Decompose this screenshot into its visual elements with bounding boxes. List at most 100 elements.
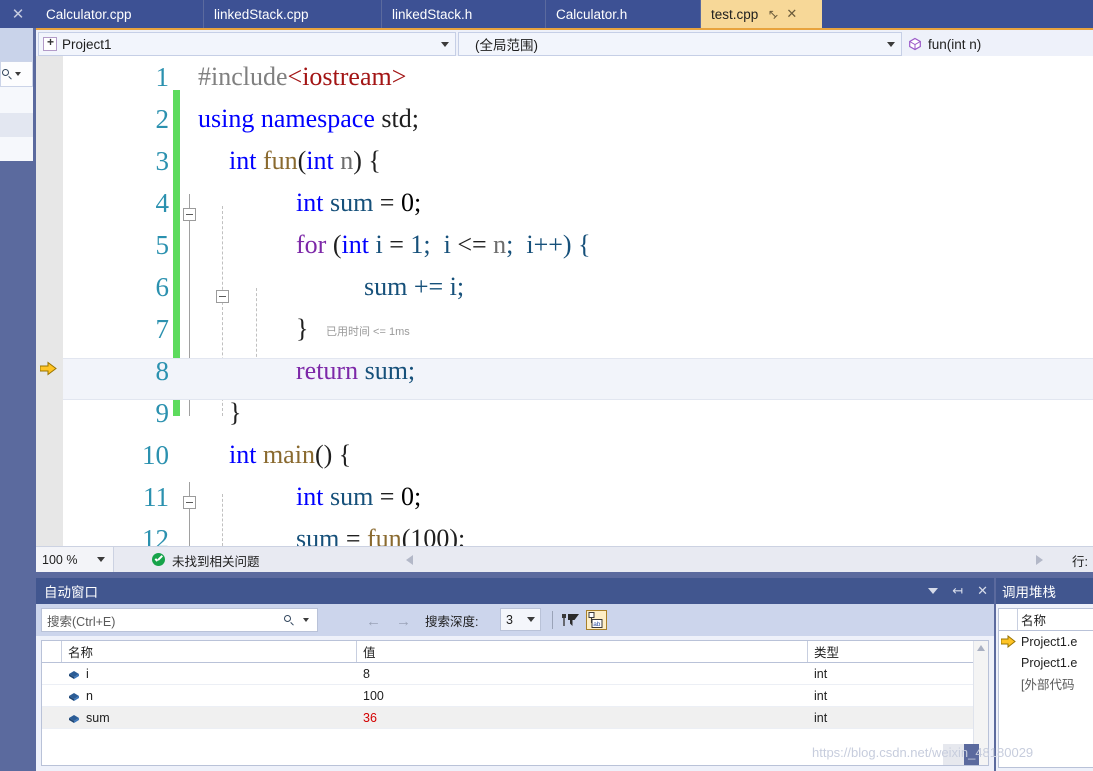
tab-calculator-cpp[interactable]: Calculator.cpp <box>36 0 204 28</box>
autos-toolbar: 搜索(Ctrl+E) ← → 搜索深度: 3 ab <box>36 604 994 636</box>
table-row[interactable]: n 100 int <box>42 685 988 707</box>
code-line[interactable]: 11 int sum = 0; <box>63 476 1093 518</box>
zoom-level-dropdown[interactable]: 100 % <box>36 547 114 572</box>
pin-icon[interactable]: ↤ <box>952 583 963 599</box>
scroll-up-icon[interactable] <box>977 645 985 651</box>
code-line-text: sum += i; <box>364 266 464 308</box>
variable-value-cell[interactable]: 8 <box>363 663 808 684</box>
tab-test-cpp[interactable]: test.cpp ↤ ✕ <box>701 0 822 28</box>
search-icon[interactable] <box>284 614 295 626</box>
grid-header-name[interactable]: 名称 <box>1021 609 1046 630</box>
autos-window-title: 自动窗口 ↤ ✕ <box>36 578 994 604</box>
variable-name-cell: i <box>68 663 357 684</box>
code-token: return <box>296 356 359 385</box>
variable-value-cell[interactable]: 100 <box>363 685 808 706</box>
code-token: 0; <box>400 482 422 511</box>
chevron-down-icon[interactable] <box>441 41 449 47</box>
visual-studio-window: ✕ Calculator.cpp linkedStack.cpp linkedS… <box>0 0 1093 771</box>
search-input-collapsed[interactable] <box>0 61 33 87</box>
tab-calculator-h[interactable]: Calculator.h <box>546 0 701 28</box>
code-line[interactable]: 7 } 已用时间 <= 1ms <box>63 308 1093 350</box>
tab-label: Calculator.cpp <box>46 6 132 22</box>
code-line[interactable]: 3 int fun(int n) { <box>63 140 1093 182</box>
code-token: = <box>339 524 368 546</box>
search-depth-select[interactable]: 3 <box>500 608 541 631</box>
code-line-text: } <box>296 308 308 350</box>
table-row[interactable]: sum 36 int <box>42 707 988 729</box>
editor-breakpoint-gutter[interactable] <box>36 56 63 546</box>
close-icon[interactable]: ✕ <box>786 6 797 22</box>
code-token: = <box>382 230 411 259</box>
arrow-right-icon[interactable]: → <box>396 613 411 630</box>
scroll-left-icon[interactable] <box>406 555 413 565</box>
tab-label: linkedStack.h <box>392 6 473 22</box>
filter-pin-icon[interactable] <box>560 610 581 630</box>
callstack-frame-row[interactable]: Project1.e <box>999 652 1093 673</box>
grid-header-value[interactable]: 值 <box>357 641 808 662</box>
search-input[interactable]: 搜索(Ctrl+E) <box>41 608 318 632</box>
code-line[interactable]: 6 sum += i; <box>63 266 1093 308</box>
search-depth-value: 3 <box>506 612 513 627</box>
tab-linkedstack-cpp[interactable]: linkedStack.cpp <box>204 0 382 28</box>
variable-value-cell[interactable]: 36 <box>363 707 808 728</box>
code-line[interactable]: 10 int main() { <box>63 434 1093 476</box>
search-depth-label: 搜索深度: <box>425 615 479 629</box>
code-line[interactable]: 12 sum = fun(100); <box>63 518 1093 546</box>
grid-header-name[interactable]: 名称 <box>62 641 357 662</box>
project-dropdown[interactable]: Project1 <box>38 32 456 56</box>
code-token: ( <box>297 146 307 175</box>
code-token: <= <box>457 230 494 259</box>
code-line[interactable]: 5 for (int i = 1; i <= n; i++) { <box>63 224 1093 266</box>
svg-text:ab: ab <box>593 621 601 628</box>
code-line[interactable]: 8 return sum; <box>63 350 1093 392</box>
code-token: n <box>333 146 354 175</box>
project-icon <box>43 35 57 51</box>
column-separator <box>1017 609 1018 630</box>
code-line[interactable]: 9 } <box>63 392 1093 434</box>
code-token: fun <box>256 146 298 175</box>
code-line[interactable]: 4 int sum = 0; <box>63 182 1093 224</box>
line-number: 2 <box>155 104 170 134</box>
close-icon[interactable]: ✕ <box>0 0 36 28</box>
code-token: = <box>373 188 401 217</box>
chevron-down-icon[interactable] <box>928 588 939 594</box>
chevron-down-icon[interactable] <box>527 617 535 622</box>
callstack-frame-row[interactable]: [外部代码 <box>999 673 1093 694</box>
chevron-down-icon[interactable] <box>887 41 895 47</box>
code-line-text: sum = fun(100); <box>296 518 465 546</box>
variable-name: i <box>86 666 89 681</box>
toolbar-separator <box>552 611 553 629</box>
code-token: int <box>229 440 257 469</box>
hex-display-icon[interactable]: ab <box>586 610 607 630</box>
left-rail-block-3 <box>0 113 33 137</box>
grid-header-type[interactable]: 类型 <box>808 641 974 662</box>
scope-dropdown[interactable]: (全局范围) <box>458 32 902 56</box>
code-line[interactable]: 1 #include<iostream> <box>63 56 1093 98</box>
table-row[interactable]: i 8 int <box>42 663 988 685</box>
chevron-down-icon[interactable] <box>97 557 105 562</box>
frame-label: Project1.e <box>1021 634 1078 649</box>
callstack-grid[interactable]: 名称 Project1.e Project1.e [外部代码 <box>998 608 1093 768</box>
code-token: ) { <box>353 146 381 175</box>
member-dropdown[interactable]: fun(int n) <box>904 32 1093 56</box>
code-token: int <box>296 482 324 511</box>
tab-linkedstack-h[interactable]: linkedStack.h <box>382 0 546 28</box>
variable-type-cell: int <box>814 666 828 681</box>
callstack-frame-row[interactable]: Project1.e <box>999 631 1093 652</box>
close-icon[interactable]: ✕ <box>977 583 988 599</box>
chevron-down-icon[interactable] <box>303 618 309 622</box>
code-line[interactable]: 2 using namespace std; <box>63 98 1093 140</box>
code-token: <iostream> <box>287 62 407 91</box>
chevron-down-icon[interactable] <box>15 72 21 76</box>
scroll-right-icon[interactable] <box>1036 555 1043 565</box>
code-editor[interactable]: 1 #include<iostream> 2 using namespace s… <box>36 56 1093 546</box>
current-statement-arrow-icon <box>39 361 57 376</box>
code-line-text: using namespace std; <box>198 98 419 140</box>
arrow-left-icon[interactable]: ← <box>366 613 381 630</box>
code-token: ; i++) { <box>506 230 591 259</box>
code-token: #include <box>198 62 288 91</box>
grid-header-row: 名称 <box>999 609 1093 631</box>
pin-icon[interactable]: ↤ <box>765 5 782 22</box>
variable-icon <box>68 713 80 723</box>
code-text-area[interactable]: 1 #include<iostream> 2 using namespace s… <box>63 56 1093 546</box>
